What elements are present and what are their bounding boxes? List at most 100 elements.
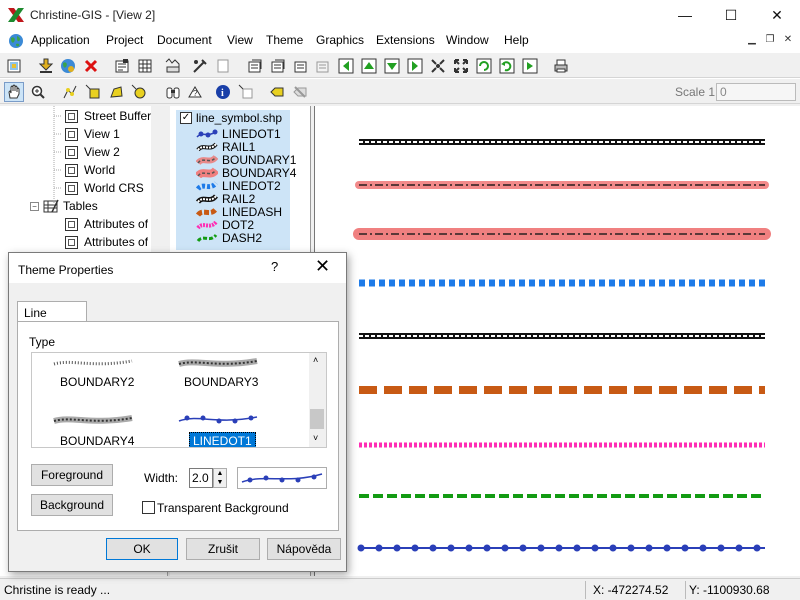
info-icon[interactable]: i	[213, 82, 233, 102]
menu-view[interactable]: View	[227, 33, 253, 47]
layout-icon[interactable]	[163, 56, 183, 76]
tree-item-view[interactable]: World CRS	[65, 179, 144, 197]
tree-item-view[interactable]: World	[65, 161, 115, 179]
zoom-out-icon[interactable]	[428, 56, 448, 76]
spin-up-icon[interactable]: ▲	[214, 469, 226, 478]
menu-application[interactable]: Application	[31, 33, 90, 47]
measure-icon[interactable]	[236, 82, 256, 102]
zoom-in-icon[interactable]	[336, 56, 356, 76]
delete-icon[interactable]	[81, 56, 101, 76]
new-project-icon[interactable]	[4, 56, 24, 76]
dialog-help-icon[interactable]: ?	[271, 259, 278, 274]
map-line-linedot1[interactable]	[357, 544, 766, 552]
zoom-previous-icon[interactable]	[497, 56, 517, 76]
pan-right-icon[interactable]	[405, 56, 425, 76]
legend-item[interactable]: LINEDOT1	[196, 126, 281, 141]
pan-up-icon[interactable]	[359, 56, 379, 76]
symbol-type-label[interactable]: BOUNDARY4	[60, 434, 134, 447]
paste-icon[interactable]	[213, 56, 233, 76]
menu-graphics[interactable]: Graphics	[316, 33, 364, 47]
pan-down-icon[interactable]	[382, 56, 402, 76]
theme-visible-checkbox[interactable]: ✓	[180, 112, 192, 124]
refresh-icon[interactable]	[474, 56, 494, 76]
query-icon[interactable]: ?	[185, 82, 205, 102]
add-theme-icon[interactable]	[36, 56, 56, 76]
ok-button[interactable]: OK	[106, 538, 178, 560]
select-poly-icon[interactable]	[106, 82, 126, 102]
table-icon[interactable]	[135, 56, 155, 76]
width-input[interactable]: 2.0	[189, 468, 213, 488]
minimize-button[interactable]: —	[662, 0, 708, 30]
legend-item-label: LINEDOT1	[222, 126, 281, 141]
tab-line-symbol[interactable]: Line Symbol	[17, 301, 87, 334]
type-list-scrollbar[interactable]: ˄ ˅	[309, 353, 326, 447]
tree-item-view[interactable]: View 1	[65, 125, 120, 143]
menu-extensions[interactable]: Extensions	[376, 33, 435, 47]
zoom-extent-icon[interactable]	[268, 56, 288, 76]
symbol-type-label[interactable]: BOUNDARY3	[184, 375, 258, 389]
select-rect-icon[interactable]	[83, 82, 103, 102]
tree-item-view[interactable]: View 2	[65, 143, 120, 161]
width-spinner[interactable]: ▲ ▼	[213, 468, 227, 488]
tree-folder-tables[interactable]: − Tables	[30, 197, 98, 215]
tree-item-table[interactable]: Attributes of	[65, 215, 148, 233]
symbol-type-label[interactable]: BOUNDARY2	[60, 375, 134, 389]
scroll-down-icon[interactable]: ˅	[313, 433, 318, 443]
globe-menu-icon[interactable]	[8, 33, 24, 49]
transparent-background-label[interactable]: Transparent Background	[157, 501, 289, 515]
scroll-up-icon[interactable]: ˄	[313, 355, 318, 365]
doc-restore-button[interactable]: ❐	[762, 31, 778, 49]
zoom-active-icon[interactable]	[291, 56, 311, 76]
legend-item[interactable]: BOUNDARY4	[196, 166, 296, 180]
tree-scrollbar[interactable]	[151, 106, 168, 266]
legend-theme-header[interactable]: ✓ line_symbol.shp	[180, 111, 282, 125]
zoom-next-icon[interactable]	[520, 56, 540, 76]
scroll-thumb[interactable]	[310, 409, 324, 429]
help-button[interactable]: Nápověda	[267, 538, 341, 560]
binoculars-icon[interactable]	[163, 82, 183, 102]
select-circle-icon[interactable]	[129, 82, 149, 102]
menu-help[interactable]: Help	[504, 33, 529, 47]
maximize-button[interactable]: ☐	[708, 0, 754, 30]
background-button[interactable]: Background	[31, 494, 113, 516]
tree-item-table[interactable]: Attributes of	[65, 233, 148, 251]
print-icon[interactable]	[551, 56, 571, 76]
properties-icon[interactable]	[112, 56, 132, 76]
zoom-selected-icon[interactable]	[313, 56, 333, 76]
doc-minimize-button[interactable]: ▁	[744, 31, 760, 49]
tree-item-view[interactable]: Street Buffer	[65, 107, 151, 125]
spin-down-icon[interactable]: ▼	[214, 478, 226, 487]
legend-item[interactable]: RAIL1	[196, 140, 255, 154]
copy-icon[interactable]	[190, 56, 210, 76]
legend-item[interactable]: DASH2	[196, 231, 262, 245]
hand-icon[interactable]	[4, 82, 24, 102]
menu-bar: Application Project Document View Theme …	[0, 30, 800, 52]
label-delete-icon[interactable]	[290, 82, 310, 102]
symbol-type-list[interactable]: BOUNDARY2 BOUNDARY3 BOUNDARY4 LINEDOT1 ˄…	[31, 352, 327, 448]
cancel-button[interactable]: Zrušit	[186, 538, 260, 560]
select-icon[interactable]	[60, 82, 80, 102]
menu-theme[interactable]: Theme	[266, 33, 303, 47]
doc-close-button[interactable]: ✕	[780, 31, 796, 49]
legend-item[interactable]: LINEDOT2	[196, 179, 281, 193]
legend-item[interactable]: BOUNDARY1	[196, 153, 296, 167]
gear-icon[interactable]	[245, 56, 265, 76]
magnify-icon[interactable]	[28, 82, 48, 102]
menu-window[interactable]: Window	[446, 33, 489, 47]
close-button[interactable]: ✕	[754, 0, 800, 30]
menu-document[interactable]: Document	[157, 33, 212, 47]
dialog-close-icon[interactable]: ✕	[315, 256, 330, 277]
full-extent-icon[interactable]	[451, 56, 471, 76]
map-canvas[interactable]	[314, 106, 800, 576]
globe-icon[interactable]	[58, 56, 78, 76]
transparent-background-checkbox[interactable]	[142, 501, 155, 514]
label-icon[interactable]	[267, 82, 287, 102]
collapse-icon[interactable]: −	[30, 201, 39, 211]
menu-project[interactable]: Project	[106, 33, 143, 47]
legend-item[interactable]: LINEDASH	[196, 205, 282, 219]
legend-item[interactable]: DOT2	[196, 218, 254, 232]
legend-item[interactable]: RAIL2	[196, 192, 255, 206]
foreground-button[interactable]: Foreground	[31, 464, 113, 486]
symbol-type-label-selected[interactable]: LINEDOT1	[189, 432, 256, 447]
scale-input[interactable]: 0	[716, 83, 796, 101]
